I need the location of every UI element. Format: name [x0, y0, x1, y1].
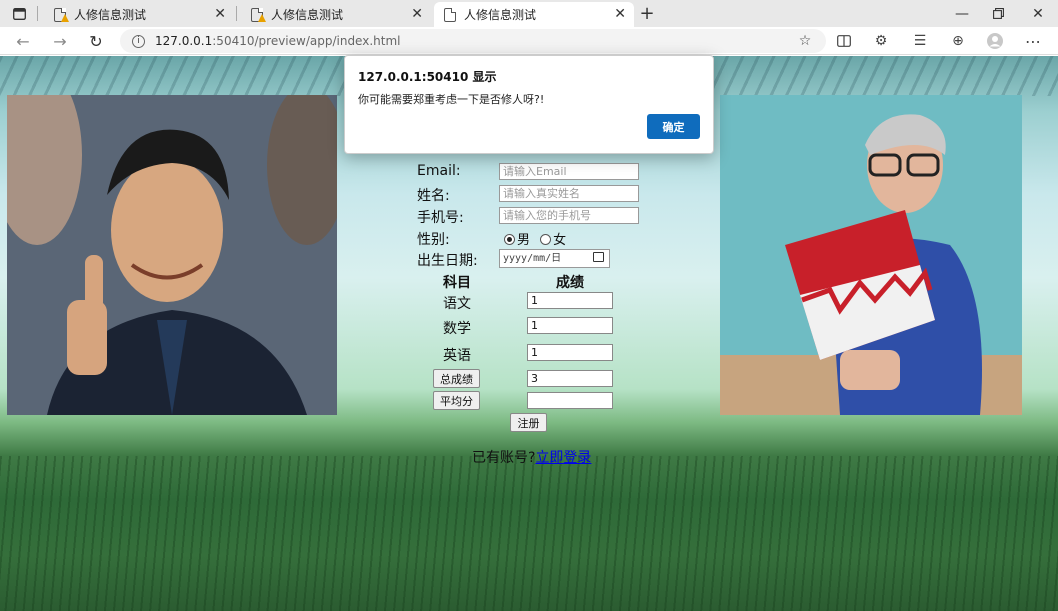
split-screen-icon[interactable]: [833, 31, 855, 51]
close-window-icon[interactable]: ✕: [1026, 0, 1050, 27]
collections-icon[interactable]: ⊕: [947, 31, 969, 51]
subject-math-label: 数学: [443, 321, 471, 337]
real-name-field[interactable]: 请输入真实姓名: [499, 185, 639, 202]
back-icon[interactable]: ←: [12, 31, 34, 51]
tab-title: 人修信息测试: [464, 8, 537, 22]
close-tab-icon[interactable]: ✕: [214, 6, 226, 22]
extensions-icon[interactable]: ⚙: [870, 31, 892, 51]
tab-title: 人修信息测试: [271, 8, 344, 22]
tab-strip: 人修信息测试 ✕ 人修信息测试 ✕ 人修信息测试 ✕ + — ✕: [0, 0, 1058, 27]
total-score-button[interactable]: 总成绩: [433, 369, 480, 388]
gender-label: 性别:: [417, 232, 450, 248]
male-radio[interactable]: [504, 234, 515, 245]
warning-icon: [61, 14, 69, 22]
dialog-ok-button[interactable]: 确定: [647, 114, 700, 139]
average-score-button[interactable]: 平均分: [433, 391, 480, 410]
register-button[interactable]: 注册: [510, 413, 547, 432]
new-tab-icon[interactable]: +: [636, 0, 658, 27]
birthday-date-field[interactable]: yyyy/mm/日: [499, 249, 610, 268]
name-label: 姓名:: [417, 188, 450, 204]
more-menu-icon[interactable]: ⋯: [1022, 31, 1044, 51]
total-score-field[interactable]: 3: [527, 370, 613, 387]
profile-avatar-icon[interactable]: [984, 31, 1006, 51]
gender-radio-group: 男 女: [504, 229, 566, 248]
date-placeholder: yyyy/mm/日: [503, 253, 562, 264]
address-bar[interactable]: i 127.0.0.1:50410/preview/app/index.html: [120, 29, 826, 53]
close-tab-icon[interactable]: ✕: [614, 6, 626, 22]
tab-1[interactable]: 人修信息测试 ✕: [44, 2, 234, 27]
forward-icon[interactable]: →: [49, 31, 71, 51]
refresh-icon[interactable]: ↻: [85, 31, 107, 51]
tab-3-active[interactable]: 人修信息测试 ✕: [434, 2, 634, 27]
subject-english-label: 英语: [443, 348, 471, 364]
male-label: 男: [517, 233, 531, 248]
alert-dialog: 127.0.0.1:50410 显示 你可能需要郑重考虑一下是否修人呀?! 确定: [344, 55, 714, 154]
tab-title: 人修信息测试: [74, 8, 147, 22]
chinese-score-field[interactable]: 1: [527, 292, 613, 309]
favorite-add-icon[interactable]: ☆: [794, 31, 816, 51]
female-radio[interactable]: [540, 234, 552, 245]
english-score-field[interactable]: 1: [527, 344, 613, 361]
gender-female-option[interactable]: 女: [540, 233, 566, 248]
dialog-message: 你可能需要郑重考虑一下是否修人呀?!: [358, 93, 545, 106]
calendar-icon[interactable]: [593, 252, 604, 262]
login-prompt-line: 已有账号?立即登录: [472, 447, 591, 467]
phone-field[interactable]: 请输入您的手机号: [499, 207, 639, 224]
score-header: 成绩: [556, 275, 584, 291]
dialog-title: 127.0.0.1:50410 显示: [358, 70, 497, 84]
address-toolbar: ← → ↻ i 127.0.0.1:50410/preview/app/inde…: [0, 27, 1058, 55]
minimize-icon[interactable]: —: [950, 0, 974, 27]
url-host: 127.0.0.1: [155, 34, 213, 48]
page-icon: [444, 7, 456, 22]
average-score-field[interactable]: [527, 392, 613, 409]
tab-2[interactable]: 人修信息测试 ✕: [241, 2, 431, 27]
email-label: Email:: [417, 163, 461, 179]
restore-icon[interactable]: [986, 0, 1010, 27]
tab-separator: [37, 6, 38, 21]
site-info-icon[interactable]: i: [132, 34, 145, 48]
math-score-field[interactable]: 1: [527, 317, 613, 334]
subject-chinese-label: 语文: [443, 296, 471, 312]
birthday-label: 出生日期:: [417, 253, 478, 269]
gender-male-option[interactable]: 男: [504, 233, 530, 248]
phone-label: 手机号:: [417, 210, 464, 226]
favorites-icon[interactable]: ☰: [909, 31, 931, 51]
email-field[interactable]: 请输入Email: [499, 163, 639, 180]
login-prompt-text: 已有账号?: [472, 450, 536, 466]
subject-header: 科目: [443, 275, 471, 291]
url-path: :50410/preview/app/index.html: [212, 34, 401, 48]
female-label: 女: [553, 233, 567, 248]
warning-icon: [258, 14, 266, 22]
close-tab-icon[interactable]: ✕: [411, 6, 423, 22]
tab-separator: [236, 6, 237, 21]
tab-actions-icon[interactable]: [8, 0, 30, 27]
login-link[interactable]: 立即登录: [535, 450, 591, 466]
